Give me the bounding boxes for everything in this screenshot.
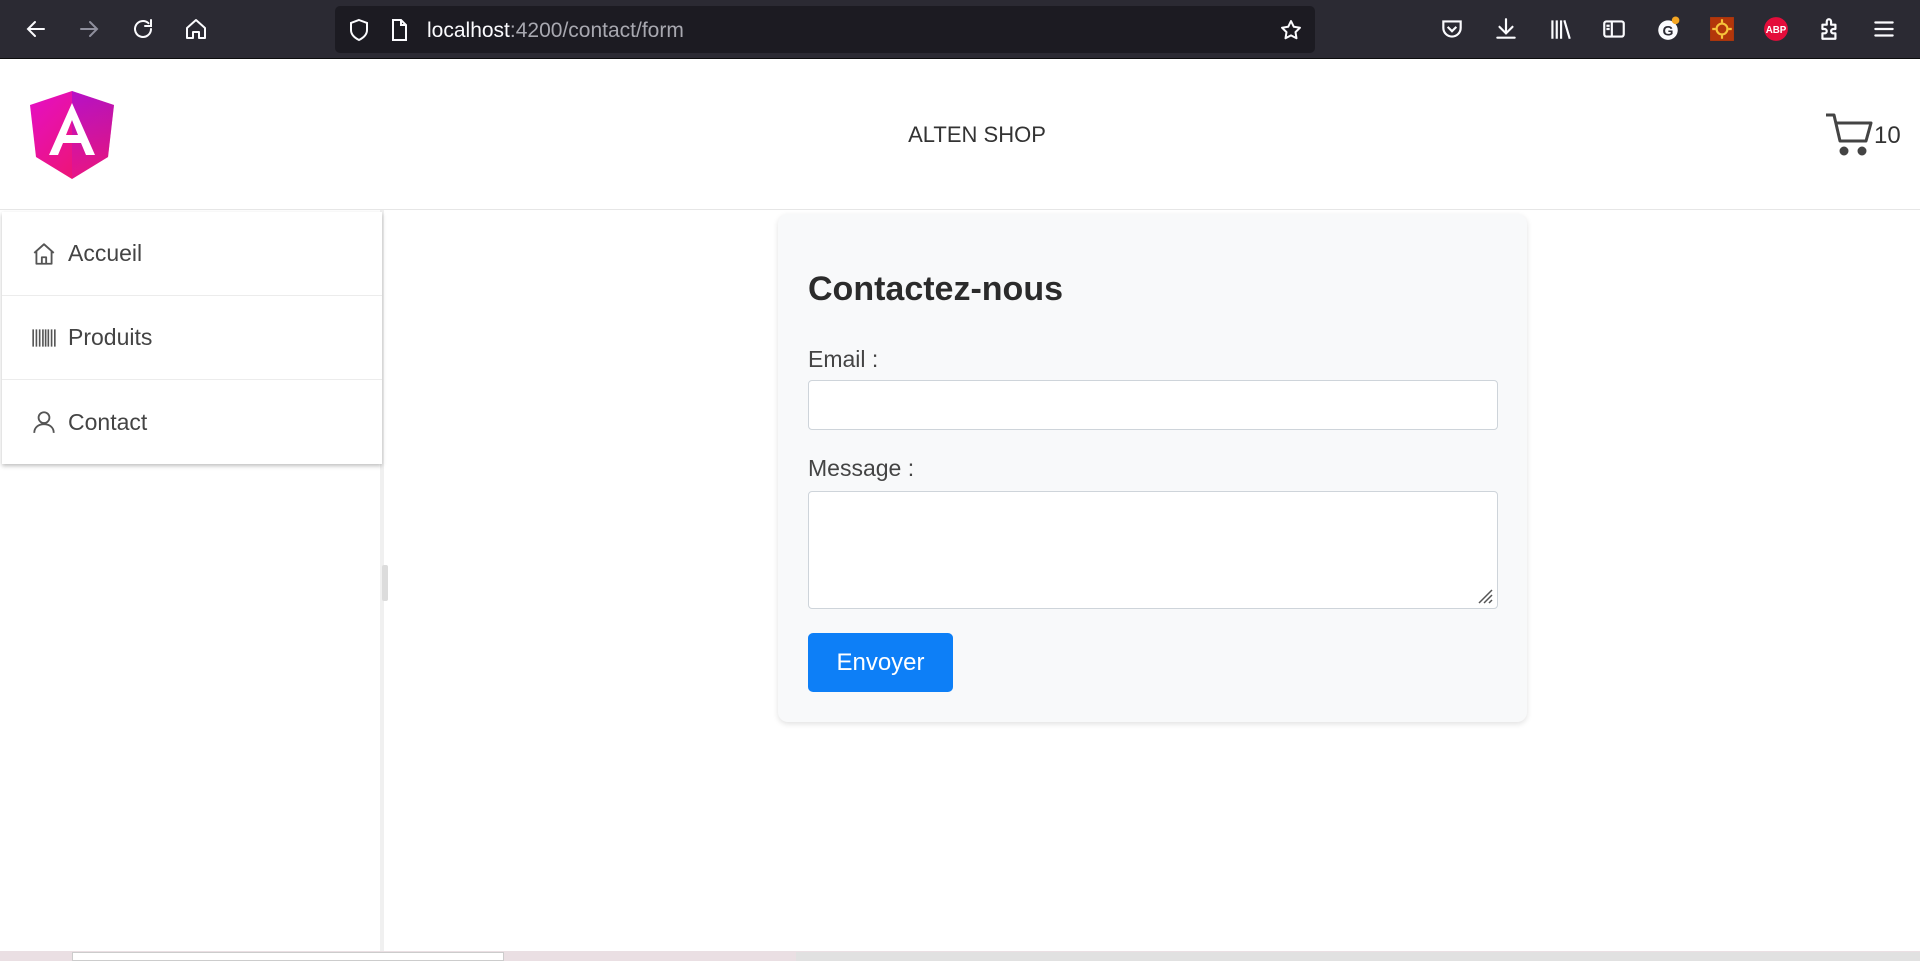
back-button[interactable] xyxy=(18,11,54,47)
email-field[interactable] xyxy=(808,380,1498,430)
url-bar[interactable]: localhost:4200/contact/form xyxy=(335,6,1315,53)
sidebar-menu: Accueil Produits Contact xyxy=(2,212,382,464)
form-heading: Contactez-nous xyxy=(808,270,1063,308)
home-icon xyxy=(186,19,206,39)
user-icon xyxy=(30,408,58,436)
resize-grip-icon[interactable] xyxy=(1473,584,1493,604)
sidebar-item-label: Accueil xyxy=(68,240,143,266)
bottom-scroll-strip xyxy=(0,951,1920,961)
sidebar-item-label: Contact xyxy=(68,408,148,435)
page-icon xyxy=(392,19,407,41)
cart-icon[interactable] xyxy=(1824,109,1874,159)
sidebar-item-produits[interactable]: Produits xyxy=(2,296,382,380)
sidebar-item-label: Produits xyxy=(68,324,153,350)
message-textarea[interactable] xyxy=(808,491,1498,609)
app-title: ALTEN SHOP xyxy=(908,122,1046,147)
reload-button[interactable] xyxy=(125,11,161,47)
home-icon xyxy=(30,240,58,268)
cart-count[interactable]: 10 xyxy=(1874,122,1901,150)
horizontal-scroll-track[interactable] xyxy=(796,952,1920,961)
svg-text:ABP: ABP xyxy=(1766,25,1787,36)
url-text[interactable]: localhost:4200/contact/form xyxy=(427,19,684,43)
forward-button[interactable] xyxy=(71,11,107,47)
reload-icon xyxy=(134,19,152,38)
app-header: ALTEN SHOP 10 xyxy=(0,59,1920,210)
library-icon[interactable] xyxy=(1546,15,1574,43)
arrow-left-icon xyxy=(26,21,45,37)
grammarly-icon[interactable]: G xyxy=(1654,15,1682,43)
sidebar-item-accueil[interactable]: Accueil xyxy=(2,212,382,296)
adblock-icon[interactable]: ABP xyxy=(1762,15,1790,43)
shield-icon[interactable] xyxy=(347,18,371,42)
arrow-right-icon xyxy=(80,21,99,37)
url-host: localhost xyxy=(427,19,510,42)
pocket-icon[interactable] xyxy=(1438,15,1466,43)
menu-icon[interactable] xyxy=(1870,15,1898,43)
sidebar-toggle-icon[interactable] xyxy=(1600,15,1628,43)
sidebar-item-contact[interactable]: Contact xyxy=(2,380,382,464)
contact-form-card: Contactez-nous Email : Message : Envoyer xyxy=(778,214,1527,722)
star-icon[interactable] xyxy=(1279,18,1303,42)
browser-toolbar: localhost:4200/contact/form G ABP xyxy=(0,0,1920,59)
sidebar: Accueil Produits Contact xyxy=(0,210,384,961)
sidebar-resize-handle[interactable] xyxy=(382,565,388,601)
message-label: Message : xyxy=(808,455,915,481)
svg-text:G: G xyxy=(1663,23,1674,39)
download-icon[interactable] xyxy=(1492,15,1520,43)
email-label: Email : xyxy=(808,346,879,372)
sun-extension-icon[interactable] xyxy=(1708,15,1736,43)
submit-button[interactable]: Envoyer xyxy=(808,633,953,692)
extensions-icon[interactable] xyxy=(1816,15,1844,43)
url-path: :4200/contact/form xyxy=(509,19,684,42)
home-button[interactable] xyxy=(178,11,214,47)
horizontal-scroll-thumb[interactable] xyxy=(72,952,504,961)
barcode-icon xyxy=(30,324,58,352)
